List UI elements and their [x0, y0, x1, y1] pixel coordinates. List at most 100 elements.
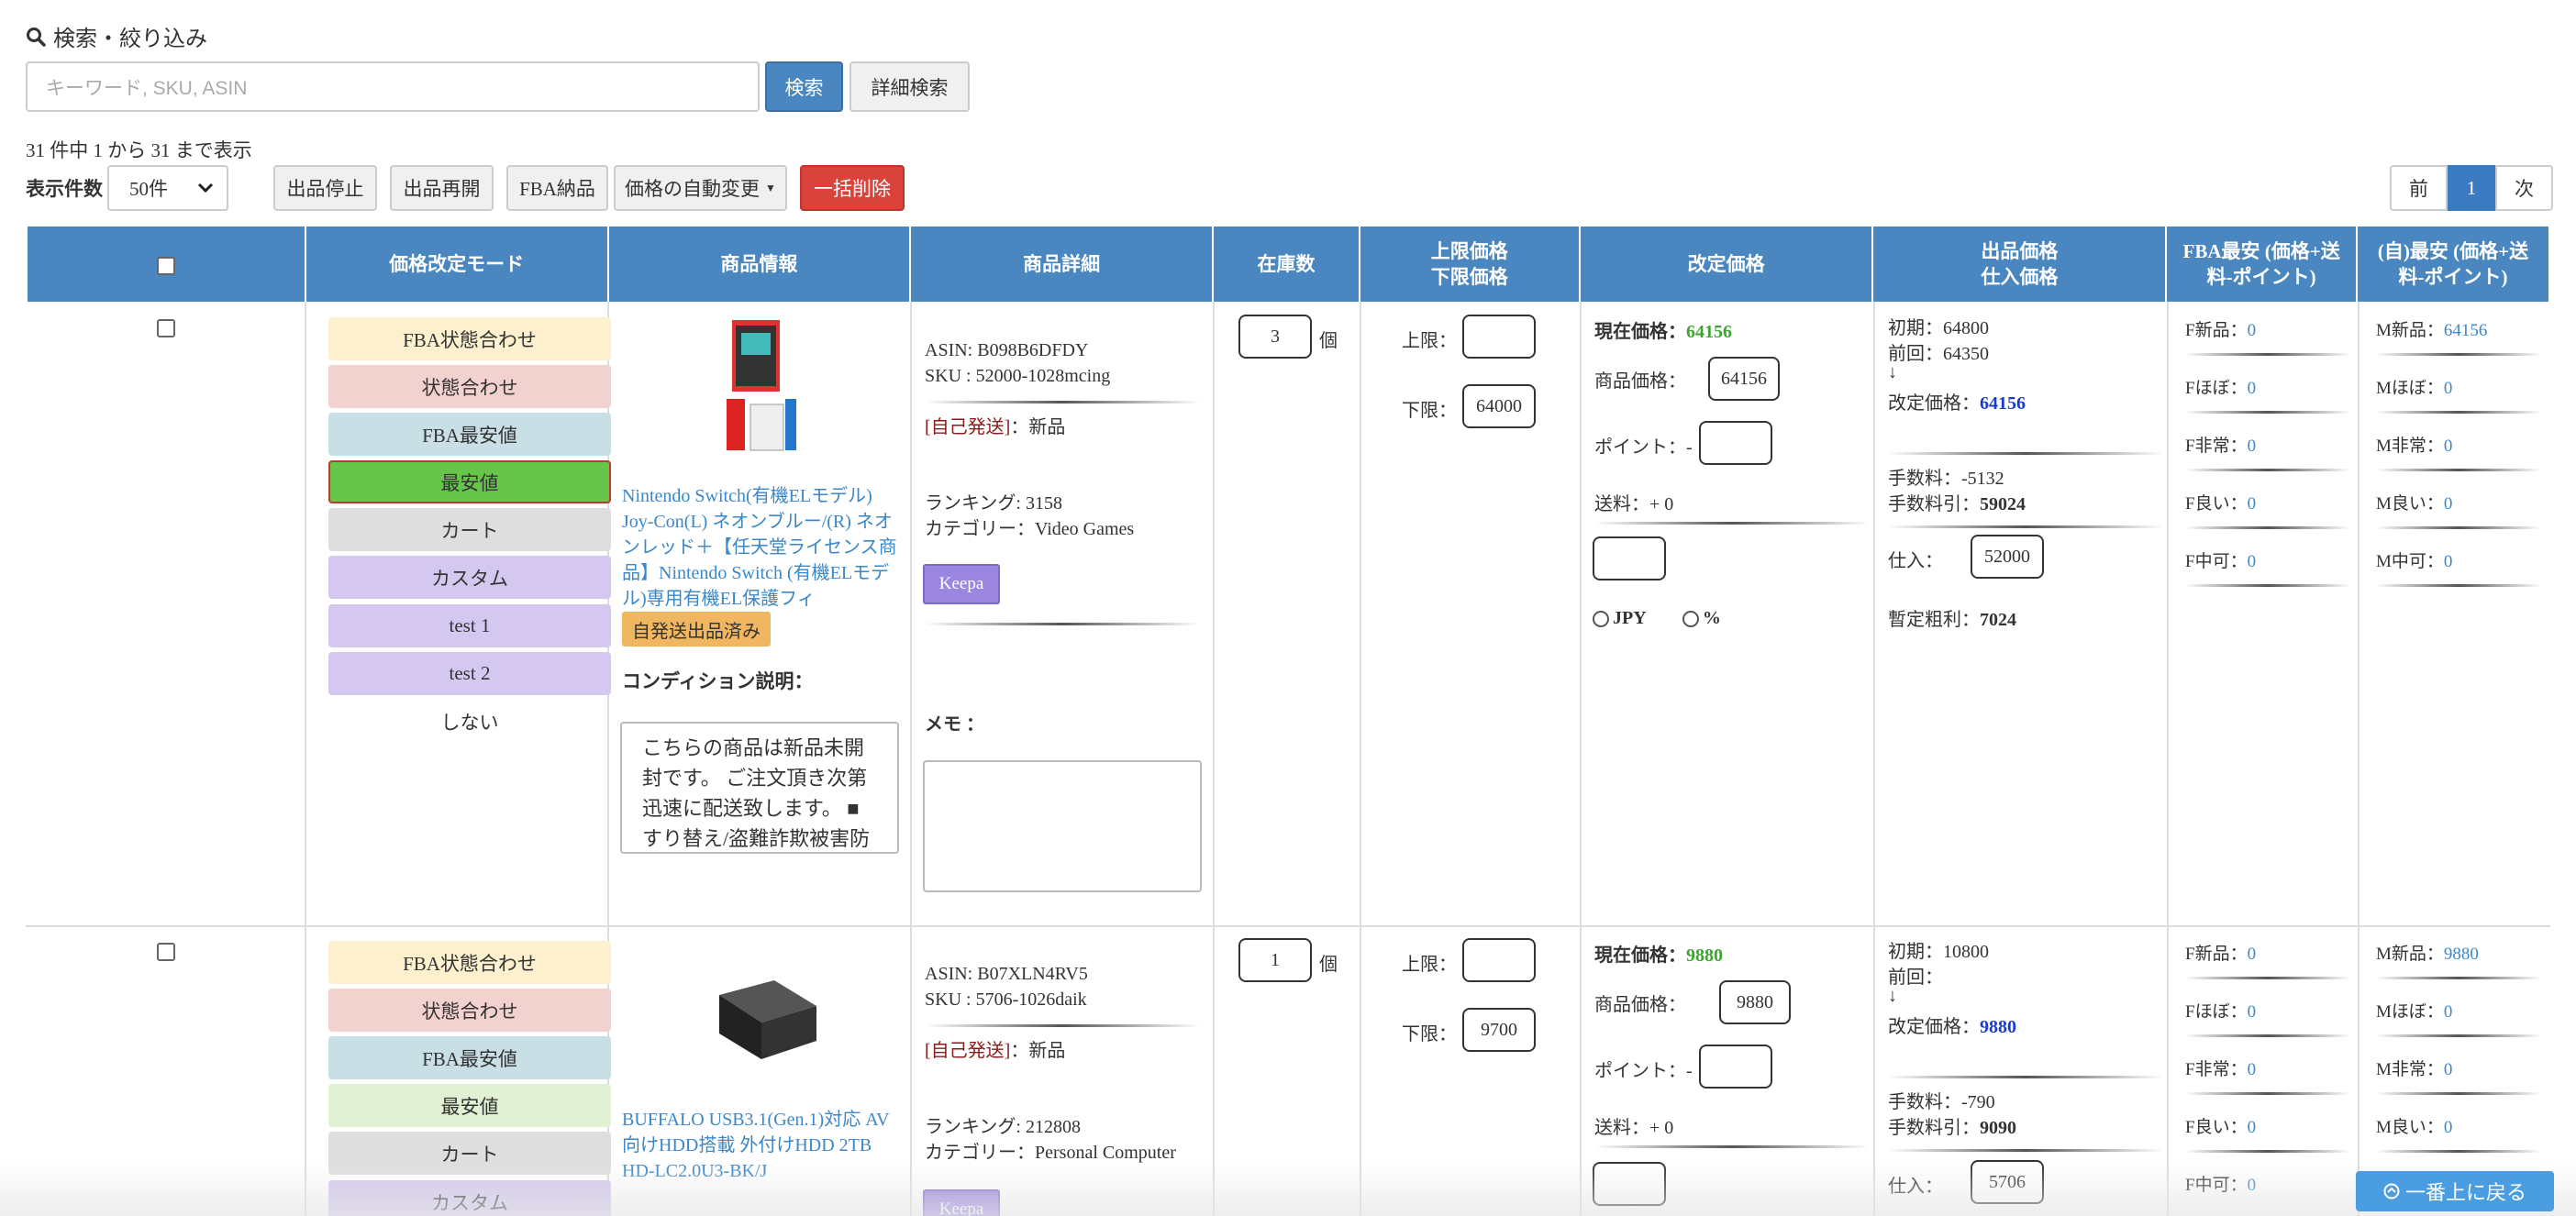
mode-fba-state[interactable]: FBA状態合わせ [328, 317, 611, 360]
product-title-link[interactable]: Nintendo Switch(有機ELモデル) Joy-Con(L) ネオンブ… [622, 483, 897, 608]
ranking-text: ランキング: 212808 [925, 1117, 1081, 1137]
mode-cart[interactable]: カート [328, 1132, 611, 1175]
search-icon [27, 27, 46, 47]
fba-acceptable: F中可：0 [2185, 552, 2257, 571]
auto-price-dropdown[interactable]: 価格の自動変更 ▼ [614, 165, 787, 211]
lower-label: 下限： [1402, 401, 1457, 421]
revise-amount-input[interactable] [1593, 1162, 1666, 1206]
search-heading: 検索・絞り込み [26, 20, 207, 52]
item-price-input[interactable]: 9880 [1719, 980, 1791, 1024]
self-very-good: M非常：0 [2376, 1060, 2453, 1079]
item-price-label: 商品価格： [1594, 371, 1686, 392]
mode-test1[interactable]: test 1 [328, 604, 611, 647]
search-button[interactable]: 検索 [765, 61, 843, 112]
point-input[interactable] [1699, 421, 1772, 465]
mode-state[interactable]: 状態合わせ [328, 365, 611, 408]
row-checkbox[interactable] [157, 943, 175, 961]
category-text: カテゴリー：Personal Computer [925, 1143, 1176, 1163]
mode-fba-min[interactable]: FBA最安値 [328, 413, 611, 456]
self-good: M良い：0 [2376, 494, 2453, 514]
mode-test2[interactable]: test 2 [328, 652, 611, 695]
mode-cart[interactable]: カート [328, 508, 611, 551]
keepa-button[interactable]: Keepa [923, 564, 1000, 604]
row-checkbox[interactable] [157, 319, 175, 337]
upper-limit-input[interactable] [1462, 938, 1536, 982]
upper-label: 上限： [1402, 955, 1457, 975]
stock-input[interactable]: 1 [1238, 938, 1312, 982]
search-input[interactable]: キーワード, SKU, ASIN [26, 61, 760, 112]
fee-text: 手数料：-790 [1888, 1092, 1995, 1112]
col-limits: 上限価格 下限価格 [1358, 225, 1581, 304]
fba-very-good: F非常：0 [2185, 1060, 2257, 1079]
fba-very-good: F非常：0 [2185, 437, 2257, 456]
current-price: 現在価格：9880 [1594, 945, 1723, 966]
product-table-header: 価格改定モード 商品情報 商品詳細 在庫数 上限価格 下限価格 改定価格 出品価格… [26, 225, 2550, 304]
perpage-label: 表示件数 [26, 178, 103, 200]
jpy-radio[interactable] [1593, 611, 1609, 628]
advanced-search-button[interactable]: 詳細検索 [849, 61, 970, 112]
mode-state[interactable]: 状態合わせ [328, 989, 611, 1032]
arrow-down: ↓ [1888, 362, 1897, 382]
pager-page-1[interactable]: 1 [2448, 165, 2495, 211]
mode-fba-min[interactable]: FBA最安値 [328, 1036, 611, 1079]
resume-listing-button[interactable]: 出品再開 [390, 165, 494, 211]
lower-limit-input[interactable]: 64000 [1462, 384, 1536, 428]
page-title: 検索・絞り込み [53, 26, 207, 51]
col-stock: 在庫数 [1212, 225, 1360, 304]
col-product-detail: 商品詳細 [909, 225, 1215, 304]
lower-limit-input[interactable]: 9700 [1462, 1008, 1536, 1052]
purchase-input[interactable]: 52000 [1971, 535, 2044, 579]
stock-unit: 個 [1319, 331, 1338, 351]
fba-almost-new: Fほぼ：0 [2185, 379, 2257, 398]
mode-fba-state[interactable]: FBA状態合わせ [328, 941, 611, 984]
condition-textarea[interactable]: こちらの商品は新品未開封です。 ご注文頂き次第迅速に配送致します。 ■ すり替え… [620, 722, 899, 854]
percent-radio[interactable] [1682, 611, 1699, 628]
shipping-type: [自己発送]：新品 [925, 1041, 1066, 1061]
pager-next[interactable]: 次 [2495, 165, 2553, 211]
fee-deducted-text: 手数料引：9090 [1888, 1118, 2016, 1138]
upper-label: 上限： [1402, 331, 1457, 351]
stop-listing-button[interactable]: 出品停止 [273, 165, 377, 211]
mode-custom[interactable]: カスタム [328, 1180, 611, 1216]
fba-new: F新品：0 [2185, 945, 2257, 964]
initial-price: 初期：64800 [1888, 318, 1989, 338]
revise-amount-input[interactable] [1593, 536, 1666, 580]
pagination: 前 1 次 [2390, 165, 2553, 211]
fba-shipment-button[interactable]: FBA納品 [506, 165, 608, 211]
product-image[interactable] [705, 973, 824, 1065]
self-almost-new: Mほぼ：0 [2376, 379, 2453, 398]
point-input[interactable] [1699, 1045, 1772, 1089]
purchase-input[interactable]: 5706 [1971, 1160, 2044, 1204]
mode-min-active[interactable]: 最安値 [328, 460, 611, 503]
purchase-label: 仕入： [1888, 551, 1943, 571]
col-fba-min: FBA最安 (価格+送 料-ポイント) [2165, 225, 2359, 304]
back-to-top-button[interactable]: 一番上に戻る [2356, 1171, 2554, 1211]
category-text: カテゴリー：Video Games [925, 519, 1135, 539]
current-price: 現在価格：64156 [1594, 322, 1732, 342]
fba-new: F新品：0 [2185, 321, 2257, 340]
memo-textarea[interactable] [923, 760, 1202, 892]
select-all-checkbox[interactable] [156, 257, 175, 276]
stock-unit: 個 [1319, 955, 1338, 975]
previous-price: 前回： [1888, 967, 1943, 988]
pager-prev[interactable]: 前 [2390, 165, 2448, 211]
upper-limit-input[interactable] [1462, 315, 1536, 359]
product-image[interactable] [723, 316, 800, 454]
listing-info: 31 件中 1 から 31 まで表示 [26, 139, 252, 161]
self-almost-new: Mほぼ：0 [2376, 1002, 2453, 1022]
item-price-input[interactable]: 64156 [1708, 357, 1780, 401]
mode-min[interactable]: 最安値 [328, 1084, 611, 1127]
product-title-link[interactable]: BUFFALO USB3.1(Gen.1)対応 AV向けHDD搭載 外付けHDD… [622, 1107, 897, 1184]
mode-none[interactable]: しない [328, 700, 611, 743]
mode-custom[interactable]: カスタム [328, 556, 611, 599]
stock-input[interactable]: 3 [1238, 315, 1312, 359]
fba-good: F良い：0 [2185, 1118, 2257, 1137]
currency-radio-group: JPY % [1593, 608, 1721, 629]
bulk-delete-button[interactable]: 一括削除 [800, 165, 905, 211]
asin-text: ASIN: B07XLN4RV5 [925, 964, 1088, 984]
keepa-button[interactable]: Keepa [923, 1189, 1000, 1216]
purchase-label: 仕入： [1888, 1177, 1943, 1197]
col-select [26, 225, 306, 304]
fba-almost-new: Fほぼ：0 [2185, 1002, 2257, 1022]
perpage-select[interactable]: 50件 [107, 165, 228, 211]
